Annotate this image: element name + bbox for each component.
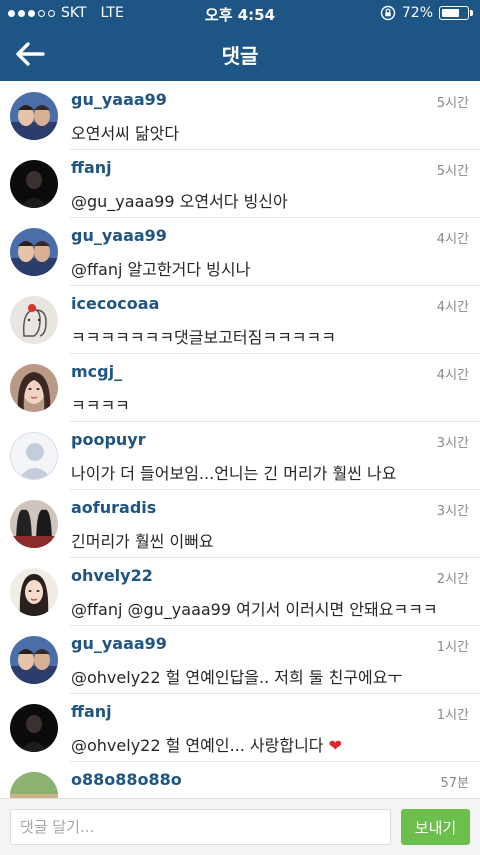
- comment-item: gu_yaaa99 1시간 @ohvely22 헐 연예인답을.. 저희 둘 친…: [0, 626, 480, 694]
- comment-time: 3시간: [436, 436, 469, 451]
- arrow-left-icon: [16, 42, 45, 66]
- comment-time: 4시간: [436, 232, 469, 247]
- comment-username[interactable]: mcgj_: [71, 362, 122, 381]
- avatar[interactable]: [10, 432, 58, 480]
- comment-time: 4시간: [436, 300, 469, 315]
- comment-text: @ffanj @gu_yaaa99 여기서 이러시면 안돼요ㅋㅋㅋ: [71, 600, 438, 619]
- rotation-lock-icon: [380, 5, 396, 21]
- comment-text: 나이가 더 들어보임...언니는 긴 머리가 훨씬 나요: [71, 464, 397, 483]
- comment-item: ffanj 1시간 @ohvely22 헐 연예인... 사랑합니다 ❤: [0, 694, 480, 762]
- page-title: 댓글: [221, 44, 259, 68]
- battery-level: [441, 8, 459, 17]
- nav-bar: 댓글: [0, 28, 480, 81]
- comment-username[interactable]: gu_yaaa99: [71, 634, 167, 653]
- comment-text: 오연서씨 닮앗다: [71, 124, 180, 143]
- status-right: 72%: [380, 5, 473, 21]
- avatar[interactable]: [10, 160, 58, 208]
- battery-icon: [439, 6, 473, 20]
- comment-item: mcgj_ 4시간 ㅋㅋㅋㅋ: [0, 354, 480, 422]
- comment-username[interactable]: ohvely22: [71, 566, 153, 585]
- avatar[interactable]: [10, 772, 58, 798]
- comment-time: 5시간: [436, 96, 469, 111]
- avatar[interactable]: [10, 636, 58, 684]
- comment-time: 1시간: [436, 640, 469, 655]
- comments-screen: SKT LTE 오후 4:54 72% 댓글 gu_yaaa99 5시간 오연서…: [0, 0, 480, 855]
- comment-text: @gu_yaaa99 오연서다 빙신아: [71, 192, 288, 211]
- send-button[interactable]: 보내기: [401, 809, 470, 845]
- comment-item: ffanj 5시간 @gu_yaaa99 오연서다 빙신아: [0, 150, 480, 218]
- comment-time: 2시간: [436, 572, 469, 587]
- comment-time: 5시간: [436, 164, 469, 179]
- comment-item: gu_yaaa99 4시간 @ffanj 알고한거다 빙시나: [0, 218, 480, 286]
- comment-compose-bar: 보내기: [0, 798, 480, 855]
- comment-text: 긴머리가 훨씬 이뻐요: [71, 532, 214, 551]
- avatar[interactable]: [10, 364, 58, 412]
- header: SKT LTE 오후 4:54 72% 댓글: [0, 0, 480, 81]
- comment-text: @ohvely22 헐 연예인... 사랑합니다 ❤: [71, 736, 343, 755]
- comment-username[interactable]: gu_yaaa99: [71, 226, 167, 245]
- comment-username[interactable]: ffanj: [71, 158, 112, 177]
- comment-time: 4시간: [436, 368, 469, 383]
- avatar[interactable]: [10, 704, 58, 752]
- comment-time: 57분: [440, 776, 469, 791]
- comment-time: 3시간: [436, 504, 469, 519]
- avatar[interactable]: [10, 500, 58, 548]
- comment-item: gu_yaaa99 5시간 오연서씨 닮앗다: [0, 82, 480, 150]
- comment-item: icecocoaa 4시간 ㅋㅋㅋㅋㅋㅋㅋ댓글보고터짐ㅋㅋㅋㅋㅋ: [0, 286, 480, 354]
- comment-item: ohvely22 2시간 @ffanj @gu_yaaa99 여기서 이러시면 …: [0, 558, 480, 626]
- avatar[interactable]: [10, 228, 58, 276]
- comment-username[interactable]: poopuyr: [71, 430, 146, 449]
- comment-item: aofuradis 3시간 긴머리가 훨씬 이뻐요: [0, 490, 480, 558]
- comment-item: o88o88o88o 57분: [0, 762, 480, 798]
- status-bar: SKT LTE 오후 4:54 72%: [0, 0, 480, 28]
- comment-input[interactable]: [10, 809, 391, 845]
- comment-username[interactable]: icecocoaa: [71, 294, 159, 313]
- comment-text: ㅋㅋㅋㅋㅋㅋㅋ댓글보고터짐ㅋㅋㅋㅋㅋ: [71, 328, 336, 347]
- comment-list[interactable]: gu_yaaa99 5시간 오연서씨 닮앗다 ffanj 5시간 @gu_yaa…: [0, 82, 480, 798]
- comment-text: @ohvely22 헐 연예인답을.. 저희 둘 친구에요ㅜ: [71, 668, 403, 687]
- battery-percent: 72%: [401, 5, 433, 21]
- avatar[interactable]: [10, 296, 58, 344]
- comment-text: ㅋㅋㅋㅋ: [71, 396, 130, 415]
- comment-username[interactable]: o88o88o88o: [71, 770, 182, 789]
- comment-text: @ffanj 알고한거다 빙시나: [71, 260, 251, 279]
- avatar[interactable]: [10, 568, 58, 616]
- back-button[interactable]: [10, 34, 50, 74]
- heart-icon: ❤: [328, 736, 343, 755]
- comment-username[interactable]: gu_yaaa99: [71, 90, 167, 109]
- avatar[interactable]: [10, 92, 58, 140]
- comment-username[interactable]: aofuradis: [71, 498, 156, 517]
- comment-item: poopuyr 3시간 나이가 더 들어보임...언니는 긴 머리가 훨씬 나요: [0, 422, 480, 490]
- comment-time: 1시간: [436, 708, 469, 723]
- comment-username[interactable]: ffanj: [71, 702, 112, 721]
